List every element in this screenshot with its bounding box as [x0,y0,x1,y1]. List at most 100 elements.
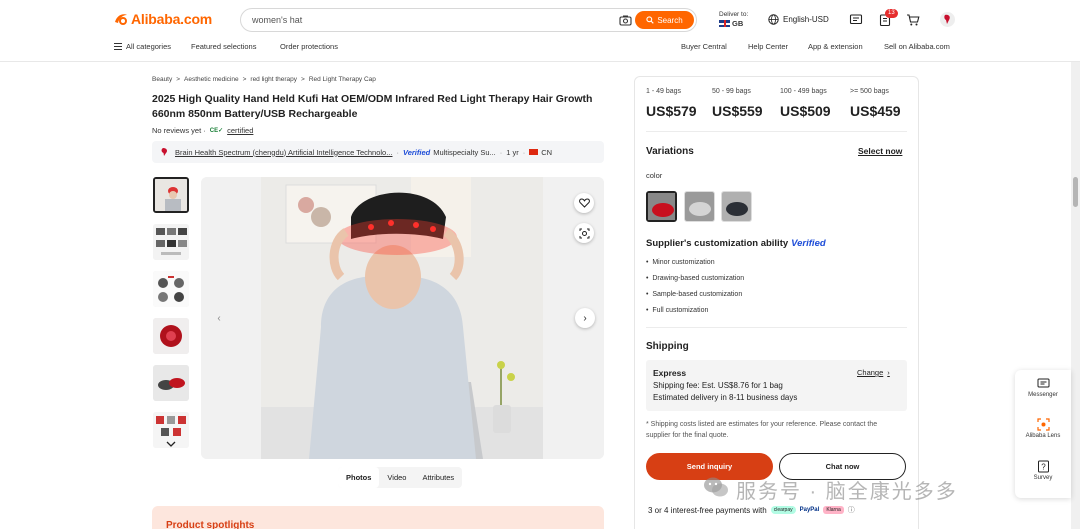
image-search-button[interactable] [574,223,594,243]
thumbnail-image [153,224,189,260]
scrollbar-thumb[interactable] [1073,177,1078,207]
survey-button[interactable]: ? Survey [1015,460,1071,481]
menu-icon [114,43,122,50]
info-icon[interactable]: ⓘ [848,505,855,515]
nav-help-center[interactable]: Help Center [748,42,788,51]
supplier-years: 1 yr [506,147,519,157]
nav-order-protections[interactable]: Order protections [280,42,338,51]
spotlight-title: Product spotlights [166,520,255,529]
nav-app-extension[interactable]: App & extension [808,42,863,51]
customization-item: • Full customization [646,307,709,314]
separator-dot: · [499,147,503,157]
messenger-button[interactable]: Messenger [1015,378,1071,398]
payment-text: 3 or 4 interest-free payments with [648,505,767,515]
price-tier-range: 50 - 99 bags [712,88,751,95]
lens-label: Alibaba Lens [1025,433,1061,439]
customization-item: • Sample-based customization [646,291,743,298]
gallery-thumbnail[interactable] [153,365,189,401]
tab-video[interactable]: Video [379,467,414,488]
certified-link[interactable]: certified [227,126,253,135]
alibaba-lens-button[interactable]: Alibaba Lens [1015,418,1071,439]
chevron-right-icon: › [583,312,587,324]
divider [646,327,907,328]
breadcrumb-item[interactable]: Aesthetic medicine [184,76,239,83]
supplier-name[interactable]: Brain Health Spectrum (chengdu) Artifici… [175,148,392,157]
breadcrumb-separator: > [301,76,305,83]
select-now-link[interactable]: Select now [858,146,902,156]
watermark-text: 服务号 · 脑全康光多多 [736,481,958,503]
color-swatch[interactable] [684,191,715,222]
shipping-box: Express Change › Shipping fee: Est. US$8.… [646,360,907,411]
wechat-icon [704,477,728,497]
separator-dot: · [522,147,526,157]
prev-image-button[interactable]: ‹ [209,308,229,328]
avatar[interactable] [940,12,955,27]
clearpay-logo: clearpay [770,506,796,514]
tab-attributes[interactable]: Attributes [414,467,462,488]
breadcrumb: Beauty > Aesthetic medicine > red light th… [152,76,376,83]
color-swatch[interactable] [646,191,677,222]
search-button[interactable]: Search [635,11,694,29]
customization-item-label: Drawing-based customization [652,275,745,282]
ce-cert-icon: CE✓ [209,128,224,134]
alibaba-logo[interactable]: Alibaba.com [113,11,212,27]
shipping-note: * Shipping costs listed are estimates fo… [646,421,878,439]
chevron-down-icon[interactable] [166,441,176,448]
cart-icon[interactable] [906,13,920,27]
verified-badge: Verified [402,147,431,157]
breadcrumb-item[interactable]: Red Light Therapy Cap [309,76,376,83]
survey-label: Survey [1033,475,1053,481]
nav-buyer-central[interactable]: Buyer Central [681,42,727,51]
next-image-button[interactable]: › [575,308,595,328]
search-input[interactable]: women's hat [252,15,302,25]
swatch-image [685,192,714,221]
deliver-to[interactable]: Deliver to: GB [719,10,748,28]
page-scrollbar[interactable] [1071,62,1080,529]
language-selector[interactable]: English-USD [768,14,829,25]
customization-item-label: Minor customization [652,259,715,266]
gallery-thumbnail[interactable] [153,318,189,354]
message-icon[interactable] [849,13,863,27]
side-toolbar: Messenger Alibaba Lens ? Survey [1015,370,1071,498]
search-bar[interactable]: women's hat Search [240,8,697,32]
nav-sell-on-alibaba[interactable]: Sell on Alibaba.com [884,42,950,51]
china-flag-icon [529,149,539,155]
product-photo [201,177,604,459]
gallery-thumbnail[interactable] [153,271,189,307]
customization-item: • Minor customization [646,259,715,266]
payment-options: 3 or 4 interest-free payments with clear… [648,505,855,515]
all-categories[interactable]: All categories [114,42,171,51]
deliver-country: GB [732,19,744,28]
price-tier-range: >= 500 bags [850,88,889,95]
thumbnail-image [155,179,187,211]
gallery-thumbnail[interactable] [153,177,189,213]
shipping-delivery: Estimated delivery in 8-11 business days [653,393,798,402]
variations-title: Variations [646,146,694,157]
shipping-method: Express [653,368,687,378]
supplier-bar[interactable]: Brain Health Spectrum (chengdu) Artifici… [152,141,604,163]
supplier-country: CN [541,147,553,157]
color-swatch[interactable] [721,191,752,222]
gallery-thumbnail[interactable] [153,224,189,260]
camera-icon[interactable] [619,14,632,26]
price-tier-value: US$559 [712,103,763,119]
review-row: No reviews yet · CE✓ certified [152,126,253,135]
change-shipping-link[interactable]: Change › [857,368,890,377]
nav-featured-selections[interactable]: Featured selections [191,42,256,51]
gallery-tabs: Photos Video Attributes [338,467,463,488]
tab-photos[interactable]: Photos [338,467,380,488]
globe-icon [768,14,779,25]
breadcrumb-item[interactable]: Beauty [152,76,172,83]
supplier-logo-icon [161,148,167,156]
thumbnail-image [153,271,189,307]
favorite-button[interactable] [574,193,594,213]
swatch-image [722,192,751,221]
change-label: Change [857,368,884,377]
cart-badge: 13 [885,9,898,18]
main-product-image[interactable]: ‹ › [201,177,604,459]
customization-header: Supplier's customization ability Verifie… [646,238,826,249]
breadcrumb-item[interactable]: red light therapy [250,76,297,83]
paypal-logo: PayPal [799,507,820,513]
separator-dot: · [396,147,399,157]
swatch-image [648,193,675,220]
